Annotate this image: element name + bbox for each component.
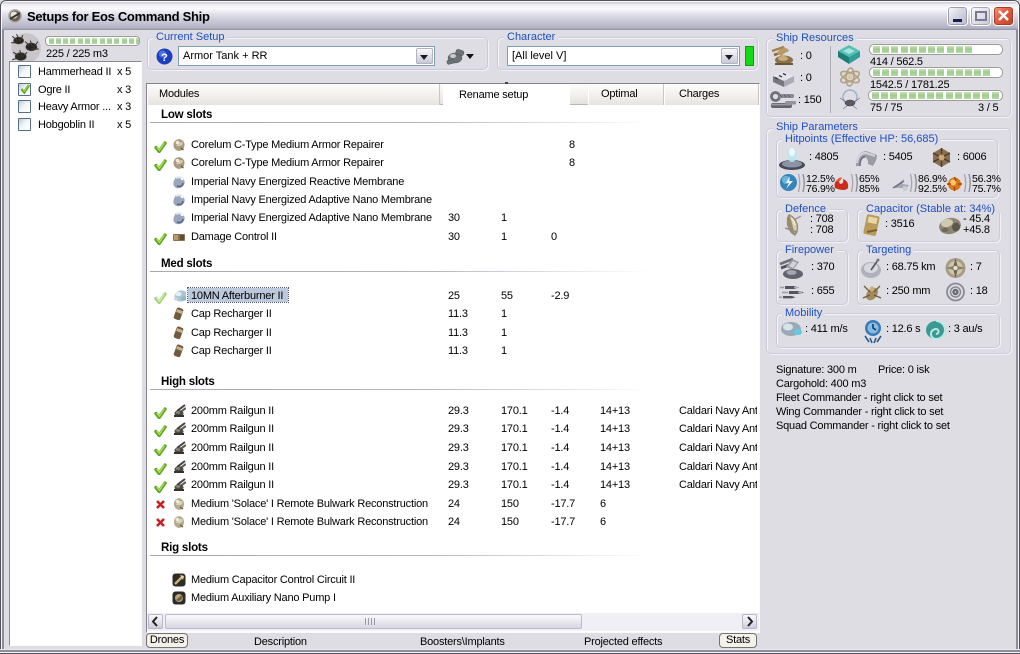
svg-text:?: ? bbox=[161, 52, 168, 64]
